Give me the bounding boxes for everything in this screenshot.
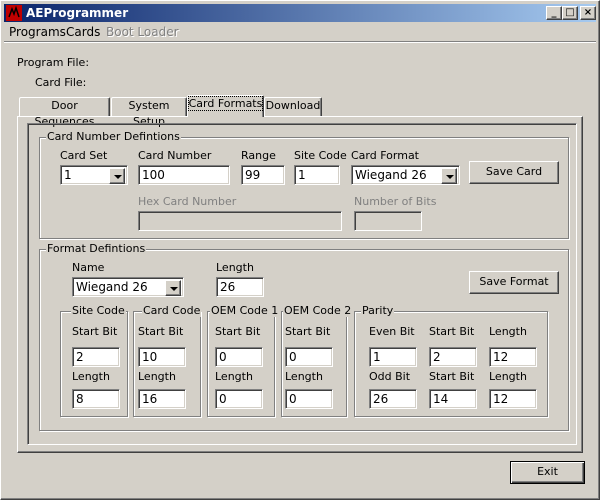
parity-odd-input[interactable]: 26	[369, 389, 417, 409]
site-code-input[interactable]: 1	[294, 165, 340, 185]
close-icon: ×	[583, 7, 593, 18]
card-file-label: Card File:	[35, 76, 87, 89]
parity-even-start-label: Start Bit	[429, 325, 475, 338]
tab-system-setup[interactable]: System Setup	[111, 97, 187, 128]
card-format-value: Wiegand 26	[355, 168, 427, 182]
card-code-start-label: Start Bit	[138, 325, 184, 338]
save-card-button[interactable]: Save Card	[469, 161, 559, 184]
menu-boot-loader[interactable]: Boot Loader	[106, 25, 179, 39]
maximize-button[interactable]: □	[562, 6, 578, 20]
parity-even-input[interactable]: 1	[369, 347, 417, 367]
chevron-down-icon[interactable]	[441, 168, 457, 184]
card-set-select[interactable]: 1	[60, 165, 128, 185]
oem-code-2-start-input[interactable]: 0	[285, 347, 333, 367]
format-length-input[interactable]: 26	[216, 277, 264, 297]
format-name-select[interactable]: Wiegand 26	[72, 277, 184, 297]
card-format-label: Card Format	[351, 149, 419, 162]
card-format-select[interactable]: Wiegand 26	[351, 165, 460, 185]
oem-code-2-length-label: Length	[285, 370, 323, 383]
menu-separator	[4, 41, 596, 43]
card-number-input[interactable]: 100	[138, 165, 230, 185]
app-window: AEProgrammer _ □ × Programs Cards Boot L…	[0, 0, 600, 500]
oem-code-2-group-title: OEM Code 2	[283, 304, 353, 317]
tab-download[interactable]: Download	[264, 97, 322, 116]
minimize-icon: _	[551, 7, 557, 18]
card-code-group-title: Card Code	[142, 304, 202, 317]
oem-code-1-group-title: OEM Code 1	[210, 304, 280, 317]
format-length-label: Length	[216, 261, 254, 274]
parity-odd-label: Odd Bit	[369, 370, 411, 383]
oem-code-2-length-input[interactable]: 0	[285, 389, 333, 409]
site-code-start-label: Start Bit	[72, 325, 118, 338]
chevron-down-icon[interactable]	[109, 168, 125, 184]
menu-programs-label: Programs	[9, 25, 66, 39]
menu-cards[interactable]: Cards	[66, 25, 100, 39]
card-code-length-label: Length	[138, 370, 176, 383]
window-title: AEProgrammer	[26, 6, 129, 20]
menu-programs[interactable]: Programs	[9, 25, 66, 39]
range-label: Range	[241, 149, 276, 162]
oem-code-1-length-input[interactable]: 0	[215, 389, 263, 409]
app-icon	[6, 5, 22, 21]
parity-even-length-label: Length	[489, 325, 527, 338]
parity-odd-start-input[interactable]: 14	[429, 389, 477, 409]
parity-odd-length-input[interactable]: 12	[489, 389, 537, 409]
parity-odd-length-label: Length	[489, 370, 527, 383]
parity-even-label: Even Bit	[369, 325, 415, 338]
program-file-label: Program File:	[17, 56, 90, 69]
number-of-bits-input[interactable]	[354, 211, 422, 231]
oem-code-2-start-label: Start Bit	[285, 325, 331, 338]
menu-boot-loader-label: Boot Loader	[106, 25, 179, 39]
hex-card-number-input[interactable]	[138, 211, 342, 231]
format-name-label: Name	[72, 261, 105, 274]
close-button[interactable]: ×	[580, 6, 596, 20]
save-format-button[interactable]: Save Format	[469, 271, 559, 294]
format-group-title: Format Defintions	[46, 242, 147, 255]
tab-card-formats[interactable]: Card Formats	[187, 95, 264, 117]
hex-card-number-label: Hex Card Number	[138, 195, 237, 208]
parity-odd-start-label: Start Bit	[429, 370, 475, 383]
number-of-bits-label: Number of Bits	[354, 195, 437, 208]
oem-code-1-start-label: Start Bit	[215, 325, 261, 338]
card-number-label: Card Number	[138, 149, 212, 162]
tab-door-sequences[interactable]: Door Sequences	[19, 97, 110, 128]
oem-code-1-length-label: Length	[215, 370, 253, 383]
card-number-group-title: Card Number Defintions	[46, 130, 181, 143]
parity-group-title: Parity	[361, 304, 395, 317]
title-bar[interactable]: AEProgrammer _ □ ×	[4, 4, 596, 22]
maximize-icon: □	[565, 7, 575, 18]
oem-code-1-start-input[interactable]: 0	[215, 347, 263, 367]
tab-card-formats-label: Card Formats	[187, 96, 264, 111]
site-code-length-input[interactable]: 8	[72, 389, 120, 409]
minimize-button[interactable]: _	[546, 6, 562, 20]
site-code-label: Site Code	[294, 149, 347, 162]
exit-button[interactable]: Exit	[510, 461, 585, 484]
parity-even-start-input[interactable]: 2	[429, 347, 477, 367]
range-input[interactable]: 99	[241, 165, 285, 185]
menu-cards-label: Cards	[66, 25, 101, 39]
chevron-down-icon[interactable]	[165, 280, 181, 296]
site-code-start-input[interactable]: 2	[72, 347, 120, 367]
site-code-group-title: Site Code	[71, 304, 126, 317]
card-code-length-input[interactable]: 16	[138, 389, 186, 409]
tab-download-label: Download	[265, 99, 321, 112]
card-code-start-input[interactable]: 10	[138, 347, 186, 367]
format-name-value: Wiegand 26	[76, 280, 148, 294]
parity-even-length-input[interactable]: 12	[489, 347, 537, 367]
card-set-label: Card Set	[60, 149, 108, 162]
site-code-length-label: Length	[72, 370, 110, 383]
card-set-value: 1	[64, 168, 72, 182]
